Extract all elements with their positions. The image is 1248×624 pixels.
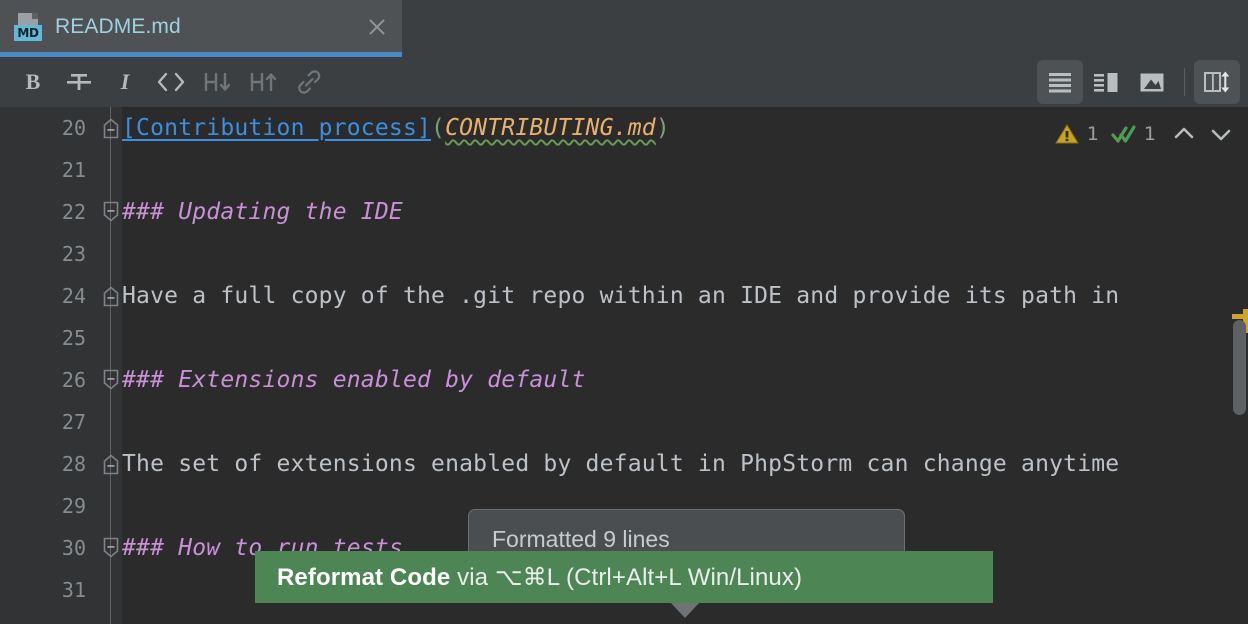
shortcut-callout: Reformat Code via ⌥⌘L (Ctrl+Alt+L Win/Li… bbox=[255, 551, 993, 603]
code-line[interactable]: ### Extensions enabled by default bbox=[122, 359, 586, 401]
markdown-file-icon: MD bbox=[13, 11, 45, 43]
line-number: 20 bbox=[61, 116, 86, 140]
warning-triangle-icon[interactable] bbox=[1053, 120, 1081, 148]
italic-icon: I bbox=[112, 69, 138, 95]
fold-marker-end[interactable] bbox=[102, 117, 120, 139]
code-button[interactable] bbox=[148, 60, 194, 104]
svg-text:I: I bbox=[120, 69, 131, 94]
editor-only-view-button[interactable] bbox=[1037, 60, 1083, 104]
svg-text:B: B bbox=[26, 69, 41, 94]
line-number: 23 bbox=[61, 242, 86, 266]
code-line[interactable]: [Contribution process](CONTRIBUTING.md) bbox=[122, 107, 670, 149]
image-preview-icon bbox=[1138, 69, 1166, 95]
heading-increase-button[interactable] bbox=[240, 60, 286, 104]
formatted-hint-text: Formatted 9 lines bbox=[492, 526, 670, 552]
ok-count: 1 bbox=[1143, 123, 1156, 145]
line-number: 27 bbox=[61, 410, 86, 434]
next-problem-icon[interactable] bbox=[1204, 117, 1238, 151]
line-number: 30 bbox=[61, 536, 86, 560]
heading-up-icon bbox=[248, 69, 278, 95]
line-number: 28 bbox=[61, 452, 86, 476]
line-number: 29 bbox=[61, 494, 86, 518]
tab-bar: MD README.md bbox=[0, 0, 1248, 57]
code-token-paren: ) bbox=[655, 115, 670, 141]
editor-window: MD README.md B I 20 21 22 23 24 25 26 27… bbox=[0, 0, 1248, 624]
code-token-link[interactable]: [Contribution process] bbox=[122, 115, 431, 141]
error-stripe-line[interactable] bbox=[1232, 314, 1248, 319]
tab-title: README.md bbox=[55, 15, 181, 38]
preview-only-view-button[interactable] bbox=[1129, 60, 1175, 104]
editor-gutter[interactable]: 20 21 22 23 24 25 26 27 28 29 30 31 bbox=[0, 107, 122, 624]
split-panel-icon bbox=[1092, 69, 1120, 95]
line-number: 26 bbox=[61, 368, 86, 392]
code-brackets-icon bbox=[156, 69, 186, 95]
strikethrough-icon bbox=[65, 69, 93, 95]
toolbar-left-group: B I bbox=[0, 60, 332, 104]
code-line[interactable]: ### Updating the IDE bbox=[122, 191, 403, 233]
previous-problem-icon[interactable] bbox=[1167, 117, 1201, 151]
code-token-head: ### Updating the IDE bbox=[122, 199, 403, 225]
double-check-icon[interactable] bbox=[1110, 120, 1138, 148]
bold-icon: B bbox=[20, 69, 46, 95]
code-token-url: CONTRIBUTING.md bbox=[445, 115, 656, 141]
link-chain-icon bbox=[295, 69, 323, 95]
callout-text: Reformat Code via ⌥⌘L (Ctrl+Alt+L Win/Li… bbox=[277, 563, 802, 592]
line-number: 24 bbox=[61, 284, 86, 308]
callout-pointer bbox=[670, 602, 700, 618]
text-lines-icon bbox=[1046, 69, 1074, 95]
warning-count: 1 bbox=[1086, 123, 1099, 145]
code-token-plain: Have a full copy of the .git repo within… bbox=[122, 283, 1120, 309]
code-line[interactable]: Have a full copy of the .git repo within… bbox=[122, 275, 1119, 317]
line-number: 25 bbox=[61, 326, 86, 350]
vertical-scrollbar[interactable] bbox=[1232, 107, 1248, 624]
italic-button[interactable]: I bbox=[102, 60, 148, 104]
sync-scroll-icon bbox=[1202, 69, 1232, 95]
markdown-toolbar: B I bbox=[0, 57, 1248, 107]
callout-action: Reformat Code bbox=[277, 563, 451, 591]
toolbar-divider bbox=[1184, 68, 1185, 96]
close-icon[interactable] bbox=[366, 16, 388, 38]
scrollbar-thumb[interactable] bbox=[1233, 320, 1246, 415]
callout-shortcut: via ⌥⌘L (Ctrl+Alt+L Win/Linux) bbox=[450, 563, 803, 591]
fold-marker-start[interactable] bbox=[102, 369, 120, 391]
code-token-plain: The set of extensions enabled by default… bbox=[122, 451, 1120, 477]
strikethrough-button[interactable] bbox=[56, 60, 102, 104]
heading-down-icon bbox=[202, 69, 232, 95]
fold-marker-end[interactable] bbox=[102, 285, 120, 307]
fold-marker-end[interactable] bbox=[102, 453, 120, 475]
sync-scroll-button[interactable] bbox=[1194, 60, 1240, 104]
code-token-paren: ( bbox=[431, 115, 446, 141]
link-button[interactable] bbox=[286, 60, 332, 104]
toolbar-right-group bbox=[1037, 57, 1240, 107]
code-token-head: ### Extensions enabled by default bbox=[122, 367, 586, 393]
tab-readme-md[interactable]: MD README.md bbox=[0, 0, 402, 54]
split-view-button[interactable] bbox=[1083, 60, 1129, 104]
line-number: 22 bbox=[61, 200, 86, 224]
bold-button[interactable]: B bbox=[10, 60, 56, 104]
heading-decrease-button[interactable] bbox=[194, 60, 240, 104]
code-line[interactable]: The set of extensions enabled by default… bbox=[122, 443, 1119, 485]
fold-marker-start[interactable] bbox=[102, 537, 120, 559]
line-number: 31 bbox=[61, 578, 86, 602]
fold-marker-start[interactable] bbox=[102, 201, 120, 223]
markdown-badge-label: MD bbox=[14, 25, 42, 41]
inspection-widget: 1 1 bbox=[1053, 116, 1238, 152]
line-number: 21 bbox=[61, 158, 86, 182]
